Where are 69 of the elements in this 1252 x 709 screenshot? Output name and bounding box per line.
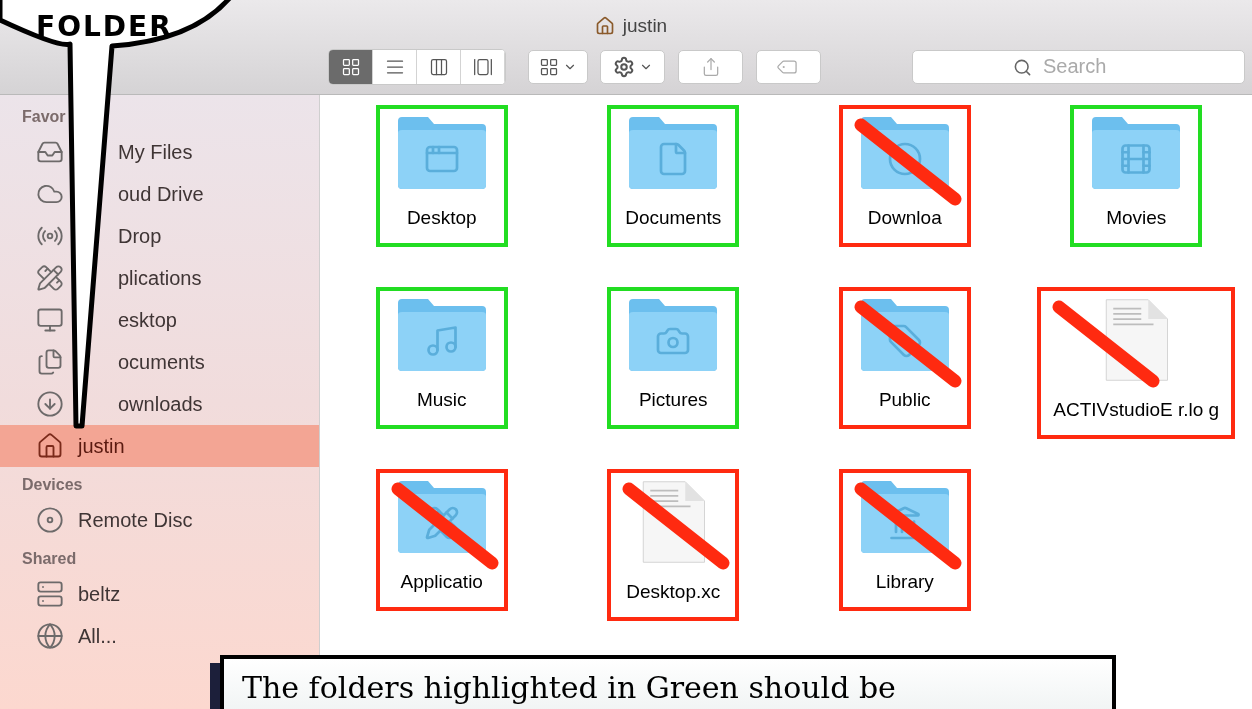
sidebar-item[interactable]: beltz (0, 573, 319, 615)
sidebar-item[interactable]: ocuments (112, 341, 319, 383)
highlight-frame[interactable]: Documents (607, 105, 740, 247)
sidebar-label: All... (78, 624, 117, 649)
sidebar-label: Drop (118, 224, 162, 249)
view-button[interactable] (329, 49, 373, 84)
sidebar-heading: Shared (21, 549, 78, 569)
sidebar-item[interactable]: esktop (112, 299, 319, 341)
disc-icon (36, 506, 64, 534)
file-label: Music (416, 388, 467, 412)
file-label: Documents (625, 206, 722, 230)
sidebar-item[interactable]: Drop (112, 215, 319, 257)
callout-text: FOLDER (36, 9, 173, 45)
highlight-frame[interactable]: Desktop (375, 105, 508, 247)
highlight-frame[interactable]: Music (375, 287, 508, 429)
search-field[interactable]: Search (912, 49, 1245, 84)
sidebar-heading: Devices (21, 475, 84, 495)
file-label: Applicatio (400, 570, 483, 594)
file-label: Movies (1106, 206, 1167, 230)
caption-text: The folders highlighted in Green should be (242, 670, 896, 705)
highlight-frame[interactable]: Public (838, 287, 971, 429)
file-label: Downloa (867, 206, 942, 230)
highlight-frame[interactable]: Downloa (838, 105, 971, 247)
server-icon (36, 580, 64, 608)
action-button[interactable] (600, 49, 665, 84)
sidebar-item[interactable]: ownloads (112, 383, 319, 425)
sidebar-item[interactable]: justin (0, 425, 319, 467)
columns-view-icon (428, 56, 449, 77)
arrange-button[interactable] (528, 49, 588, 84)
file-label: Desktop (406, 206, 477, 230)
sidebar-label: oud Drive (118, 182, 204, 207)
sidebar-label: plications (118, 266, 202, 291)
file-label: ACTIVstudioE r.lo g (1053, 398, 1220, 422)
sidebar-label: ownloads (118, 392, 203, 417)
sidebar-label: ocuments (118, 350, 205, 375)
highlight-frame[interactable]: ACTIVstudioE r.lo g (1037, 287, 1236, 439)
home-icon (36, 432, 64, 460)
sidebar-label: My Files (118, 140, 193, 165)
pencil-ruler-icon (36, 264, 64, 292)
monitor-icon (36, 306, 64, 334)
home-icon (594, 16, 615, 37)
sidebar-item[interactable]: All... (0, 615, 319, 657)
sidebar-item[interactable]: plications (112, 257, 319, 299)
sidebar-label: justin (78, 434, 125, 459)
window-title: justin (622, 14, 668, 38)
search-icon (1013, 57, 1032, 77)
file-label: Public (878, 388, 931, 412)
highlight-frame[interactable]: Desktop.xc (607, 469, 740, 621)
gear-icon (612, 55, 635, 78)
sidebar-label: esktop (118, 308, 177, 333)
highlight-frame[interactable]: Movies (1070, 105, 1203, 247)
sidebar-label: beltz (78, 582, 121, 607)
gallery-view-icon (472, 56, 493, 77)
sidebar-item[interactable]: oud Drive (112, 173, 319, 215)
grid-view-icon (340, 56, 361, 77)
highlight-frame[interactable]: Applicatio (375, 469, 508, 611)
globe-icon (36, 622, 64, 650)
file-label: Library (875, 570, 934, 594)
highlight-frame[interactable]: Pictures (607, 287, 740, 429)
sidebar-label: Remote Disc (78, 508, 193, 533)
file-label: Pictures (638, 388, 708, 412)
sidebar-item[interactable]: My Files (112, 131, 319, 173)
sidebar-item[interactable]: Remote Disc (0, 499, 319, 541)
file-label: Desktop.xc (626, 580, 721, 604)
sidebar-heading: Favor (21, 107, 67, 127)
highlight-frame[interactable]: Library (838, 469, 971, 611)
grid-icon (539, 56, 559, 77)
files-icon (36, 348, 64, 376)
download-icon (36, 390, 64, 418)
